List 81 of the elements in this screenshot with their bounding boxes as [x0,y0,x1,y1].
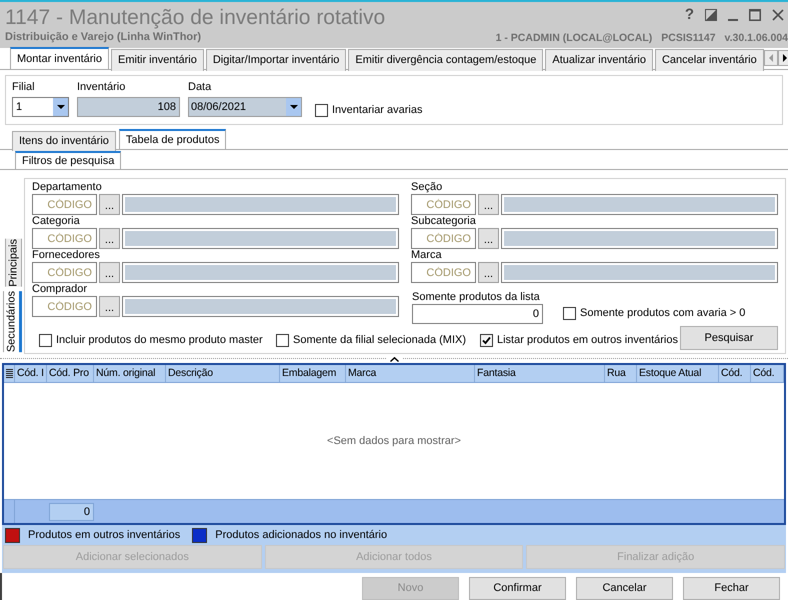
summary-cell: 0 [49,502,94,520]
lookup-button[interactable]: ... [99,228,120,249]
checkbox-label: Incluir produtos do mesmo produto master [56,333,263,347]
checkbox[interactable] [39,334,52,346]
field-label: Marca [411,249,443,262]
checkbox-label: Listar produtos em outros inventários [497,333,678,347]
field-label: Somente produtos da lista [412,291,541,304]
restore-icon[interactable] [705,9,717,21]
column-header[interactable]: Cód. Pro [47,365,94,382]
field-label: Departamento [32,181,103,194]
side-tab[interactable]: Secundários [3,290,22,352]
column-header[interactable]: Cód. [719,365,751,382]
version-text: v.30.1.06.004 [724,32,788,45]
checkbox[interactable] [276,334,289,346]
checkbox-label: Inventariar avarias [332,103,422,117]
column-header[interactable]: Rua [605,365,637,382]
checkbox[interactable] [315,104,328,116]
lookup-button[interactable]: ... [478,262,499,283]
lookup-button[interactable]: ... [99,194,120,215]
column-header[interactable]: Marca [346,365,475,382]
sub-tab[interactable]: Itens do inventário [12,131,116,151]
lookup-button[interactable]: ... [478,228,499,249]
field-label: Fornecedores [32,249,101,262]
dropdown-button[interactable] [286,98,301,116]
caret-down-icon [56,105,64,109]
checkbox[interactable] [480,334,493,346]
field-label: Filial [12,81,36,94]
inventory-number-field[interactable]: 108 [77,97,180,117]
column-header[interactable]: Cód. I [15,365,47,382]
field-label: Comprador [32,283,88,296]
lookup-button[interactable]: ... [478,194,499,215]
column-header[interactable]: Estoque Atual [637,365,719,382]
check-icon [482,336,491,344]
filter-tab[interactable]: Filtros de pesquisa [15,151,122,169]
column-header[interactable]: Fantasia [475,365,605,382]
field-label: Subcategoria [411,215,477,228]
dropdown-button[interactable] [53,98,68,116]
checkbox-label: Somente da filial selecionada (MIX) [293,333,466,347]
main-tab[interactable]: Atualizar inventário [545,49,653,71]
user-info: 1 - PCADMIN (LOCAL@LOCAL) [496,32,652,45]
field-label: Categoria [32,215,81,228]
column-header[interactable]: Cód. [751,365,784,382]
date-picker[interactable]: 08/06/2021 [188,97,302,117]
triangle-left-icon [768,54,773,62]
window-title: 1147 - Manutenção de inventário rotativo [5,5,386,31]
help-button[interactable]: ? [684,7,694,23]
scroll-right-button[interactable] [778,50,788,66]
chevron-up-icon[interactable] [390,356,398,362]
main-tab[interactable]: Cancelar inventário [654,49,764,71]
dialog-button[interactable]: Confirmar [469,576,566,600]
column-header[interactable]: Núm. original [94,365,166,382]
search-button[interactable]: Pesquisar [680,326,778,350]
lookup-button[interactable]: ... [99,262,120,283]
main-tab[interactable]: Digitar/Importar inventário [206,49,346,71]
main-tab[interactable]: Emitir inventário [111,49,204,71]
maximize-icon[interactable] [749,9,761,21]
main-tab[interactable]: Emitir divergência contagem/estoque [348,49,544,71]
side-tab[interactable]: Principais [5,239,22,287]
empty-message: <Sem dados para mostrar> [327,434,461,449]
dialog-button[interactable]: Cancelar [576,576,673,600]
branch-select[interactable]: 1 [12,97,69,117]
legend-label: Produtos adicionados no inventário [215,528,388,543]
field-label: Data [188,81,212,94]
caret-down-icon [290,105,298,109]
checkbox[interactable] [563,306,576,320]
checkbox-label: Somente produtos com avaria > 0 [580,306,746,320]
main-tab[interactable]: Montar inventário [10,47,109,69]
program-code: PCSIS1147 [661,32,716,45]
window-subtitle: Distribuição e Varejo (Linha WinThor) [5,31,202,44]
product-list-field[interactable]: 0 [412,304,543,324]
field-label: Inventário [77,81,126,94]
column-chooser-icon[interactable] [6,368,12,378]
sub-tab[interactable]: Tabela de produtos [118,129,226,149]
triangle-right-icon [782,54,787,62]
lookup-button[interactable]: ... [99,296,120,317]
close-icon[interactable] [772,9,784,21]
dialog-button[interactable]: Fechar [683,576,780,600]
column-header[interactable]: Embalagem [280,365,346,382]
column-header[interactable]: Descrição [166,365,280,382]
field-label: Seção [411,181,444,194]
legend-label: Produtos em outros inventários [28,528,180,543]
